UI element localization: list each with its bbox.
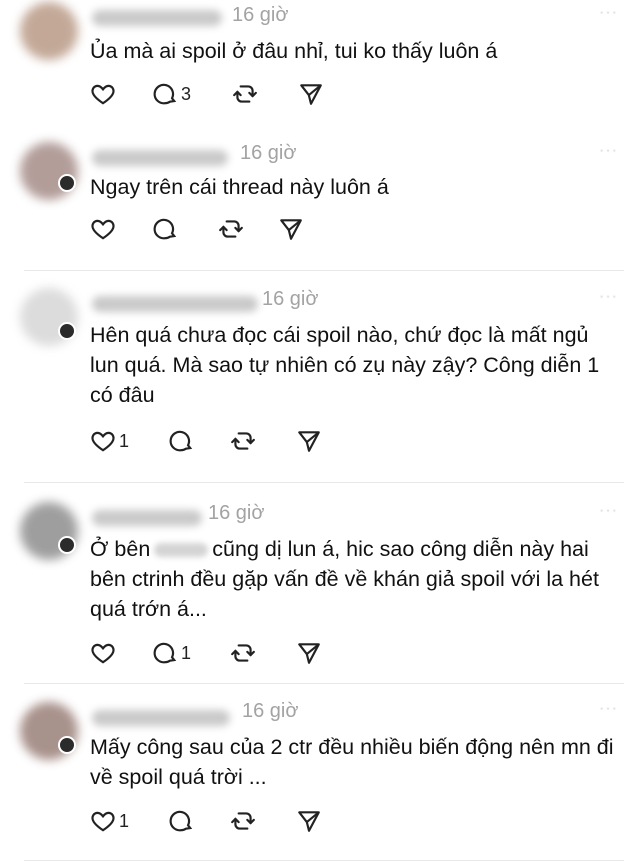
post-text: Hên quá chưa đọc cái spoil nào, chứ đọc … [90,323,600,407]
timestamp: 16 giờ [242,700,299,722]
post-4: 16 giờ ··· Ở bên cũng dị lun á, hic sao c… [0,490,640,690]
reply-count: 3 [181,83,192,104]
timestamp: 16 giờ [262,288,319,310]
post-2: 16 giờ ··· Ngay trên cái thread này luôn… [0,138,640,278]
like-button[interactable]: 1 [90,428,129,454]
send-icon [298,811,320,832]
username[interactable] [92,510,202,526]
timestamp: 16 giờ [240,142,297,164]
more-options-icon[interactable]: ··· [599,700,618,718]
repost-button[interactable] [232,81,258,107]
send-icon [300,84,322,105]
like-count: 1 [119,430,130,451]
heart-icon [91,643,115,664]
divider [24,482,624,483]
share-button[interactable] [278,216,304,242]
username[interactable] [92,10,222,26]
repost-button[interactable] [230,640,256,666]
share-button[interactable] [296,808,322,834]
redacted-text [154,543,209,558]
heart-icon [91,811,115,832]
username[interactable] [92,710,230,726]
avatar[interactable] [20,2,78,60]
reply-button[interactable] [168,808,197,834]
repost-icon [233,85,257,103]
comment-icon [153,218,177,240]
like-button[interactable] [90,640,119,666]
repost-icon [231,644,255,662]
comment-icon [169,430,193,452]
avatar-badge [58,174,76,192]
heart-icon [91,431,115,452]
more-options-icon[interactable]: ··· [599,4,618,22]
repost-icon [219,220,243,238]
send-icon [298,431,320,452]
repost-button[interactable] [230,808,256,834]
heart-icon [91,84,115,105]
comment-icon [169,810,193,832]
reply-count: 1 [181,642,192,663]
like-button[interactable] [90,216,119,242]
post-text: Mấy công sau của 2 ctr đều nhiều biến độ… [90,735,614,789]
post-text-start: Ở bên [90,537,151,561]
comment-icon [153,83,177,105]
timestamp: 16 giờ [208,502,265,524]
repost-icon [231,432,255,450]
post-5: 16 giờ ··· Mấy công sau của 2 ctr đều nh… [0,690,640,867]
avatar-badge [58,736,76,754]
more-options-icon[interactable]: ··· [599,288,618,306]
like-button[interactable]: 1 [90,808,129,834]
divider [24,860,624,861]
post-text: Ủa mà ai spoil ở đâu nhỉ, tui ko thấy lu… [90,39,498,63]
reply-button[interactable] [152,216,181,242]
post-1: 16 giờ ··· Ủa mà ai spoil ở đâu nhỉ, tui… [0,0,640,138]
send-icon [298,643,320,664]
share-button[interactable] [296,640,322,666]
username[interactable] [92,296,258,312]
post-text: Ở bên cũng dị lun á, hic sao công diễn nà… [90,534,620,624]
timestamp: 16 giờ [232,4,289,26]
repost-button[interactable] [218,216,244,242]
post-3: 16 giờ ··· Hên quá chưa đọc cái spoil nà… [0,278,640,490]
share-button[interactable] [296,428,322,454]
more-options-icon[interactable]: ··· [599,142,618,160]
post-text: Ngay trên cái thread này luôn á [90,175,389,199]
divider [24,270,624,271]
avatar-badge [58,322,76,340]
send-icon [280,219,302,240]
divider [24,683,624,684]
avatar-badge [58,536,76,554]
repost-button[interactable] [230,428,256,454]
like-count: 1 [119,810,130,831]
repost-icon [231,812,255,830]
like-button[interactable] [90,81,119,107]
more-options-icon[interactable]: ··· [599,502,618,520]
reply-button[interactable] [168,428,197,454]
reply-button[interactable]: 1 [152,640,191,666]
reply-button[interactable]: 3 [152,81,191,107]
username[interactable] [92,150,228,166]
comment-icon [153,642,177,664]
heart-icon [91,219,115,240]
share-button[interactable] [298,81,324,107]
